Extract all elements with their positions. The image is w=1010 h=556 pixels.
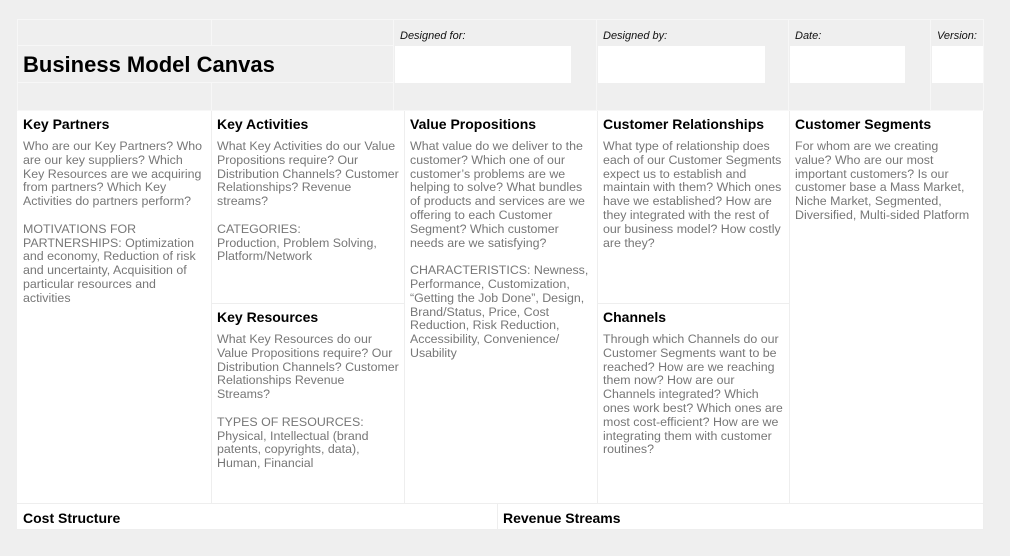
key-partners-block[interactable]: Key Partners Who are our Key Partners? W… — [17, 111, 212, 504]
value-propositions-block[interactable]: Value Propositions What value do we deli… — [405, 111, 598, 504]
revenue-streams-title: Revenue Streams — [503, 510, 621, 526]
channels-title: Channels — [603, 309, 667, 325]
key-activities-text: What Key Activities do our Value Proposi… — [217, 139, 399, 264]
customer-segments-title: Customer Segments — [795, 116, 932, 132]
designed-for-label: Designed for: — [400, 30, 466, 42]
designed-by-input[interactable] — [598, 46, 765, 83]
page-title: Business Model Canvas — [23, 52, 275, 77]
header-cell — [212, 19, 394, 46]
designed-for-input[interactable] — [395, 46, 571, 83]
value-propositions-text: What value do we deliver to the customer… — [410, 139, 589, 360]
customer-relationships-title: Customer Relationships — [603, 116, 765, 132]
customer-relationships-text: What type of relationship does each of o… — [603, 139, 785, 250]
version-input[interactable] — [932, 46, 983, 83]
key-partners-text: Who are our Key Partners? Who are our ke… — [23, 139, 203, 305]
channels-text: Through which Channels do our Customer S… — [603, 332, 787, 457]
key-resources-text: What Key Resources do our Value Proposit… — [217, 332, 399, 471]
key-resources-block[interactable]: Key Resources What Key Resources do our … — [212, 304, 405, 504]
cost-structure-title: Cost Structure — [23, 510, 121, 526]
channels-block[interactable]: Channels Through which Channels do our C… — [598, 304, 790, 504]
revenue-streams-block[interactable]: Revenue Streams — [498, 504, 984, 530]
header-cell — [17, 19, 212, 46]
customer-relationships-block[interactable]: Customer Relationships What type of rela… — [598, 111, 790, 304]
version-label: Version: — [937, 30, 977, 42]
date-input[interactable] — [790, 46, 905, 83]
customer-segments-text: For whom are we creating value? Who are … — [795, 139, 970, 222]
header-spacer — [212, 83, 394, 111]
key-activities-block[interactable]: Key Activities What Key Activities do ou… — [212, 111, 405, 304]
header-spacer — [17, 83, 212, 111]
value-propositions-title: Value Propositions — [410, 116, 537, 132]
customer-segments-block[interactable]: Customer Segments For whom are we creati… — [790, 111, 984, 504]
date-label: Date: — [795, 30, 822, 42]
cost-structure-block[interactable]: Cost Structure — [17, 504, 498, 530]
key-resources-title: Key Resources — [217, 309, 319, 325]
key-activities-title: Key Activities — [217, 116, 309, 132]
key-partners-title: Key Partners — [23, 116, 110, 132]
designed-by-label: Designed by: — [603, 30, 668, 42]
